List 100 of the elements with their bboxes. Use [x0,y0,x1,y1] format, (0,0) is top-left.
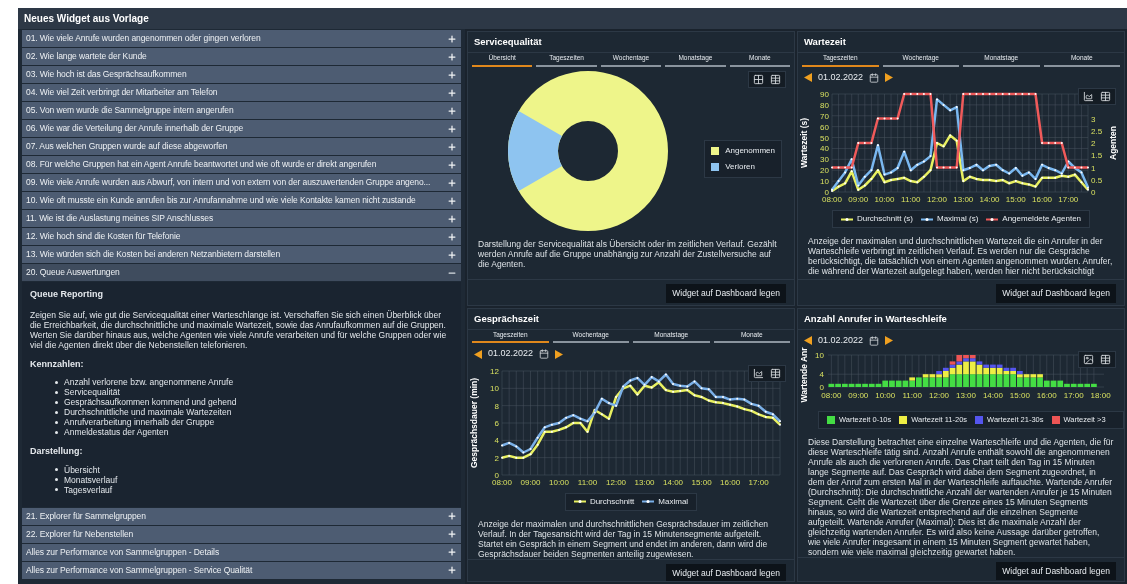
date-label: 01.02.2022 [488,347,534,361]
window-title: Neues Widget aus Vorlage [18,8,1127,29]
previous-arrow-icon[interactable] [804,73,812,82]
accordion-item[interactable]: 13. Wie würden sich die Kosten bei anderen Netzanbietern darstellen [22,246,461,263]
x-tick-label: 15:00 [691,477,713,487]
x-tick-label: 11:00 [901,195,922,205]
y-tick-label: 8 [494,401,500,411]
accordion-item[interactable]: 03. Wie hoch ist das Gesprächsaufkommen [22,66,461,83]
bullet-text: Anmeldestatus der Agenten [64,427,169,437]
accordion-item[interactable]: 12. Wie hoch sind die Kosten für Telefonie [22,228,461,245]
x-tick-label: 13:00 [955,391,977,401]
x-tick-label: 12:00 [927,195,948,205]
y-tick-label: 40 [820,144,830,154]
grid-icon[interactable] [753,73,764,85]
section-heading: Darstellung: [30,445,84,458]
details-heading: Queue Reporting [30,288,104,301]
y2-tick-label: 1 [1091,163,1096,173]
accordion-item[interactable]: 10. Wie oft musste ein Kunde anrufen bis zur Anrufannahme und wie viele Kontakte kamen nicht zustande [22,192,461,209]
y-tick-label: 20 [820,166,830,176]
x-tick-label: 13:00 [953,195,974,205]
image-icon[interactable] [1083,354,1094,366]
next-arrow-icon[interactable] [885,73,894,82]
widget-description: Darstellung der Servicequalität als Übersicht oder im zeitlichen Verlauf. Gezählt werden Anrufe auf die Gruppe unabhängig zur Anzahl der Zustellversuche auf die Agenten. [477,238,778,269]
y-tick-label: 60 [820,122,830,132]
widget-description: Diese Darstellung betrachtet eine einzelne Warteschleife und die Agenten, die für diese Warteschleife tätig sind. Anzahl Anrufe enthält sowohl die angenommenen Anrufe als auch die verlorenen Anrufe. Das Chart teilt den Tag in 15 Minuten lange Segmente auf. Das Gespräch wird dabei dem Segment zugeordnet, in dem der Anruf zum ersten Mal in der Warteschleife auftauchte. Wartende Anrufer (Durchschnitt): Die durchschnittliche Anzahl der wartenden Anrufer je 15 Minuten Segment. Geht die Wartezeit über die Grenze eines 15 Minuten Segments hinaus, so wird die Wartezeit entsprechend auf die einzelnen Segmente aufgeteilt. Wartende Anrufer (Maximal): Dies ist die maximale Anzahl der gleichzeitig wartenden Anrufer. Es wird also keine Aussage darüber getroffen, wie viele Anrufer insgesamt in einem 15 Minuten Segment gewartet haben, sondern wie viele maximal gleichzeitig gewartet haben. [807,436,1115,557]
area-chart-icon[interactable] [753,367,764,379]
expand-icon [447,141,457,152]
y-tick-label: 0 [494,470,500,480]
y-tick-label: 10 [820,177,830,187]
expand-icon [447,231,457,242]
accordion-item[interactable]: 08. Für welche Gruppen hat ein Agent Anrufe beantwortet und wie oft wurde er direkt angerufen [22,156,461,173]
axis-title: Agenten [1108,126,1118,161]
bullet-text: Gesprächsaufkommen kommend und gehend [64,397,237,407]
accordion-item[interactable]: 11. Wie ist die Auslastung meines SIP Anschlusses [22,210,461,227]
x-tick-label: 14:00 [979,195,1001,205]
expand-icon [447,33,457,44]
details-text: Zeigen Sie auf, wie gut die Servicequalität einer Warteschlange ist. Verschaffen Sie sich einen Überblick über die Erreichbarkeit, die durchschnittliche und maximale Wartezeit, sowie das Anrufaufkommen auf die Gruppen. Werten Sie darüber hinaus aus, welche Agenten wie viele Anrufe verarbeiten und für welche Gruppen oder wie viel die Agenten direkt über die Nebenstellen telefonieren. [30,309,448,350]
table-icon[interactable] [1100,354,1111,366]
expand-icon [447,177,457,188]
calendar-icon[interactable] [539,349,550,359]
x-tick-label: 10:00 [549,477,570,487]
x-tick-label: 17:00 [748,477,770,487]
expand-icon [447,159,457,170]
table-icon[interactable] [770,73,781,85]
accordion-item[interactable]: 06. Wie war die Verteilung der Anrufe innerhalb der Gruppe [22,120,461,137]
expand-icon [447,123,457,134]
y2-tick-label: 0 [1091,188,1096,198]
x-tick-label: 12:00 [929,391,950,401]
section-heading: Kennzahlen: [30,357,85,371]
bullet-text: Servicequalität [64,387,120,397]
bullet-icon [55,478,58,481]
widget-description: Anzeige der maximalen und durchschnittlichen Gesprächsdauer im zeitlichen Verlauf. In der Tagesansicht wird der Tag in 15 Minutensegmente aufgeteilt. Startet ein Gespräch in einem Segment und endet im anderen, dann wird die Gesprächsdauer beiden Segmenten anteilig zugewiesen. [477,518,770,559]
next-arrow-icon[interactable] [885,336,894,345]
axis-title: Wartende Anr [799,347,809,403]
previous-arrow-icon[interactable] [474,349,482,359]
accordion-item[interactable]: 22. Explorer für Nebenstellen [22,525,461,543]
accordion-item[interactable]: Alles zur Performance von Sammelgruppen - Service Qualität [22,561,461,579]
accordion-item[interactable]: 01. Wie viele Anrufe wurden angenommen oder gingen verloren [22,30,461,47]
add-to-dashboard-button[interactable]: Widget auf Dashboard legen [996,283,1116,303]
previous-arrow-icon[interactable] [804,336,812,345]
accordion-item[interactable]: 05. Von wem wurde die Sammelgruppe intern angerufen [22,102,461,119]
x-tick-label: 08:00 [821,195,843,205]
table-icon[interactable] [770,367,781,379]
expand-icon [447,565,457,575]
accordion-item[interactable]: 02. Wie lange wartete der Kunde [22,48,461,65]
calendar-icon[interactable] [869,72,880,83]
widget-title: Servicequalität [468,32,794,54]
x-tick-label: 17:00 [1063,391,1085,401]
y2-tick-label: 2 [1091,139,1096,149]
expand-icon [447,511,457,521]
x-tick-label: 16:00 [1036,391,1058,401]
expand-icon [447,105,457,116]
legend-label: Durchschnitt [589,495,635,508]
widget-title: Gesprächszeit [468,308,794,330]
area-chart-icon[interactable] [1083,91,1094,103]
bullet-text: Übersicht [64,464,100,475]
x-tick-label: 18:00 [1090,391,1112,401]
x-tick-label: 12:00 [606,477,627,487]
accordion-item[interactable]: Alles zur Performance von Sammelgruppen - Details [22,543,461,561]
bullet-icon [55,430,58,434]
bullet-text: Durchschnittliche und maximale Wartezeiten [64,407,232,417]
x-tick-label: 09:00 [520,477,542,487]
accordion-item[interactable]: 20. Queue Auswertungen [22,264,461,281]
y-tick-label: 4 [494,436,500,446]
bullet-text: Tagesverlauf [64,484,113,495]
accordion-item[interactable]: 04. Wie viel Zeit verbringt der Mitarbeiter am Telefon [22,84,461,101]
y-tick-label: 80 [820,101,830,111]
add-to-dashboard-button[interactable]: Widget auf Dashboard legen [666,563,786,581]
table-icon[interactable] [1100,91,1111,103]
accordion-item[interactable]: 21. Explorer für Sammelgruppen [22,507,461,525]
x-tick-label: 13:00 [634,477,656,487]
accordion-item[interactable]: 09. Wie viele Anrufe wurden aus Abwurf, von intern und von extern von der auszuwertenden Gruppe angeno... [22,174,461,191]
x-tick-label: 08:00 [491,477,513,487]
add-to-dashboard-button[interactable]: Widget auf Dashboard legen [666,283,786,303]
add-to-dashboard-button[interactable]: Widget auf Dashboard legen [996,561,1116,581]
y2-tick-label: 0.5 [1091,176,1103,185]
next-arrow-icon[interactable] [555,349,564,359]
calendar-icon[interactable] [869,335,880,346]
accordion-item[interactable]: 07. Aus welchen Gruppen wurde auf diese abgeworfen [22,138,461,155]
date-label: 01.02.2022 [818,333,864,347]
